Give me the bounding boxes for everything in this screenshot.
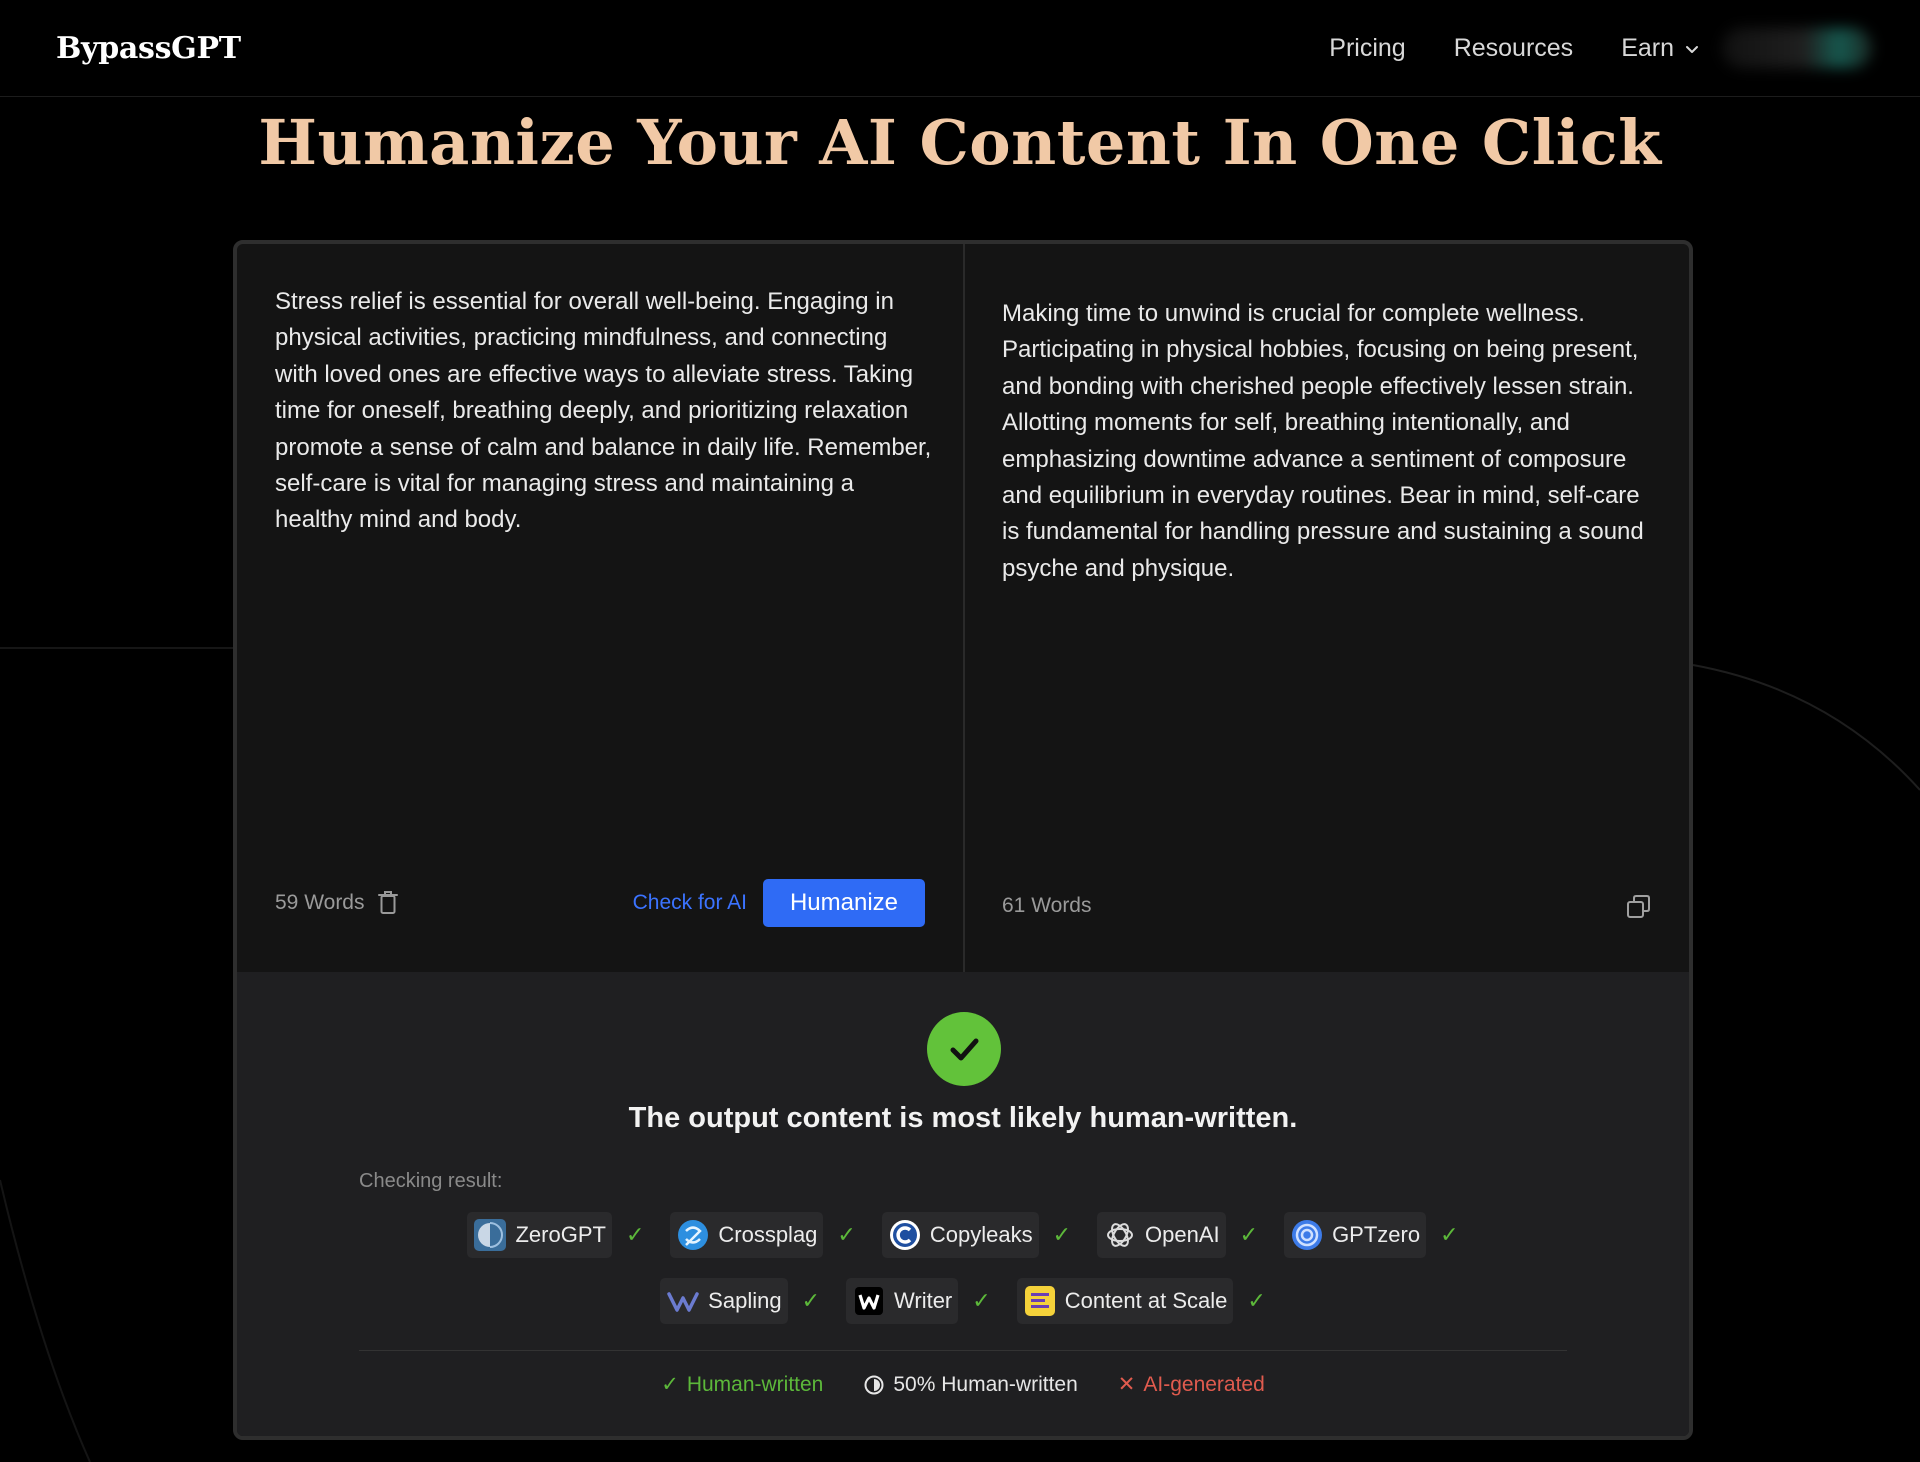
detector-row-1: ZeroGPT ✓ Crossplag ✓ Copyleaks ✓ OpenAI… <box>237 1212 1689 1258</box>
legend-ai-generated: ✕ AI-generated <box>1118 1372 1265 1397</box>
detector-writer: Writer ✓ <box>846 1278 991 1324</box>
main-nav: Pricing Resources Earn <box>1329 0 1700 97</box>
detector-chip: OpenAI <box>1097 1212 1226 1258</box>
result-legend: ✓ Human-written 50% Human-written ✕ AI-g… <box>237 1372 1689 1397</box>
check-icon: ✓ <box>1052 1222 1072 1247</box>
clear-text-button[interactable] <box>377 890 399 916</box>
result-message: The output content is most likely human-… <box>628 1102 1298 1134</box>
bypassgpt-logo[interactable]: BypassGPT <box>56 31 241 66</box>
nav-pricing[interactable]: Pricing <box>1329 34 1405 63</box>
detector-chip: GPTzero <box>1284 1212 1427 1258</box>
detector-openai: OpenAI ✓ <box>1097 1212 1258 1258</box>
writer-logo-icon <box>855 1287 883 1315</box>
copy-icon <box>1627 895 1650 918</box>
nav-earn-dropdown[interactable]: Earn <box>1621 34 1700 63</box>
check-icon: ✓ <box>837 1222 856 1247</box>
legend-half-label: 50% Human-written <box>893 1372 1078 1396</box>
detector-name: Writer <box>894 1288 953 1313</box>
trash-icon <box>377 891 398 914</box>
detector-chip: Copyleaks <box>881 1212 1039 1258</box>
detector-name: Crossplag <box>718 1222 818 1247</box>
detector-name: Copyleaks <box>929 1222 1033 1247</box>
detector-sapling: Sapling ✓ <box>660 1278 820 1324</box>
check-icon: ✓ <box>625 1222 645 1247</box>
crossplag-logo-icon <box>678 1220 709 1250</box>
detection-result-panel: The output content is most likely human-… <box>237 972 1689 1436</box>
output-word-count: 61 Words <box>1002 894 1092 917</box>
humanizer-card: Stress relief is essential for overall w… <box>233 240 1693 1440</box>
check-for-ai-link[interactable]: Check for AI <box>633 891 747 915</box>
openai-logo-icon <box>1107 1223 1134 1247</box>
detector-name: OpenAI <box>1145 1222 1220 1247</box>
input-footer: 59 Words Check for AI Humanize <box>275 879 925 927</box>
detector-chip: ZeroGPT <box>467 1212 612 1258</box>
nav-resources[interactable]: Resources <box>1454 34 1574 63</box>
check-icon: ✓ <box>1239 1222 1259 1247</box>
detector-chip: Crossplag <box>670 1212 824 1258</box>
detector-chip: Sapling <box>660 1278 788 1324</box>
input-word-count: 59 Words <box>275 891 365 914</box>
check-icon: ✓ <box>972 1288 991 1313</box>
nav-earn-label: Earn <box>1621 34 1674 62</box>
checkmark-icon <box>950 1038 979 1061</box>
x-icon: ✕ <box>1117 1373 1136 1396</box>
content-at-scale-logo-icon <box>1024 1286 1055 1316</box>
output-footer: 61 Words <box>1002 884 1652 928</box>
detector-copyleaks: Copyleaks ✓ <box>881 1212 1072 1258</box>
gptzero-logo-icon <box>1292 1220 1323 1250</box>
detector-content-at-scale: Content at Scale ✓ <box>1016 1278 1266 1324</box>
nav-pricing-label: Pricing <box>1329 34 1406 62</box>
detector-crossplag: Crossplag ✓ <box>670 1212 856 1258</box>
detector-zerogpt: ZeroGPT ✓ <box>467 1212 644 1258</box>
chevron-down-icon <box>1686 45 1698 53</box>
legend-human-label: Human-written <box>686 1372 824 1396</box>
zerogpt-logo-icon <box>474 1219 507 1251</box>
legend-ai-label: AI-generated <box>1143 1372 1265 1396</box>
detector-name: Content at Scale <box>1064 1288 1228 1313</box>
check-icon: ✓ <box>1440 1222 1459 1247</box>
half-circle-icon <box>864 1375 884 1394</box>
legend-half-human: 50% Human-written <box>863 1372 1078 1397</box>
detector-chip: Writer <box>846 1278 959 1324</box>
legend-divider <box>359 1350 1567 1351</box>
input-textarea[interactable]: Stress relief is essential for overall w… <box>275 284 935 539</box>
nav-resources-label: Resources <box>1453 34 1574 62</box>
detector-chip: Content at Scale <box>1016 1278 1234 1324</box>
detector-row-2: Sapling ✓ Writer ✓ Content at Scale ✓ <box>237 1278 1689 1324</box>
check-icon: ✓ <box>661 1373 679 1396</box>
top-nav-bar: BypassGPT Pricing Resources Earn <box>0 0 1920 97</box>
legend-human-written: ✓ Human-written <box>661 1372 823 1397</box>
output-text[interactable]: Making time to unwind is crucial for com… <box>1002 296 1652 587</box>
copy-output-button[interactable] <box>1626 894 1652 925</box>
sapling-logo-icon <box>667 1292 699 1312</box>
detector-name: ZeroGPT <box>515 1222 606 1247</box>
copyleaks-logo-icon <box>889 1220 920 1250</box>
page: BypassGPT Pricing Resources Earn Humaniz… <box>0 0 1920 1462</box>
check-icon: ✓ <box>1247 1288 1266 1313</box>
success-check-badge <box>927 1012 1001 1086</box>
check-icon: ✓ <box>801 1288 820 1313</box>
detector-name: Sapling <box>708 1288 782 1313</box>
detector-gptzero: GPTzero ✓ <box>1284 1212 1459 1258</box>
output-pane: Making time to unwind is crucial for com… <box>967 244 1689 972</box>
input-pane: Stress relief is essential for overall w… <box>237 244 965 972</box>
page-title: Humanize Your AI Content In One Click <box>258 106 1662 179</box>
humanize-button[interactable]: Humanize <box>763 879 925 927</box>
checking-result-label: Checking result: <box>359 1170 503 1192</box>
detector-name: GPTzero <box>1332 1222 1421 1247</box>
account-button-blurred[interactable] <box>1722 28 1872 68</box>
